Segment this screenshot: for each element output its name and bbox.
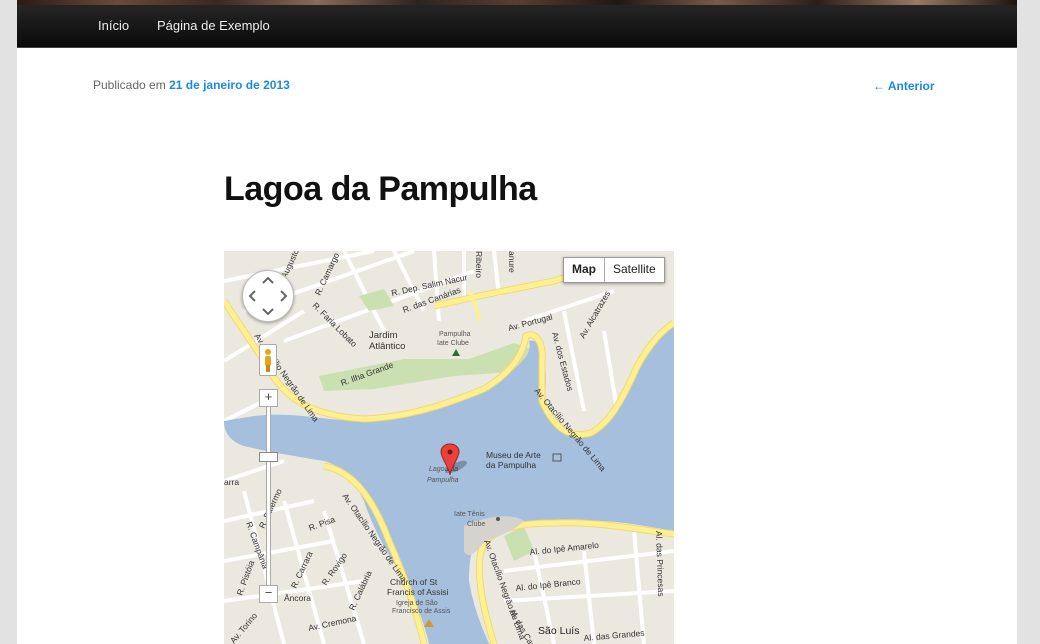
zoom-in-button[interactable]: + [259, 389, 278, 407]
map-label-jardim-1: Jardim [369, 330, 398, 341]
zoom-slider-thumb[interactable] [259, 452, 278, 462]
nav-item-inicio[interactable]: Início [98, 18, 129, 33]
map-label-sao-luis: São Luís [538, 625, 579, 637]
map-type-control: Map Satellite [563, 257, 665, 283]
map-label-igreja-2: Francisco de Assis [392, 608, 451, 615]
zoom-out-button[interactable]: − [259, 585, 278, 603]
pegman-icon [265, 349, 271, 372]
main-navigation: Início Página de Exemplo [17, 5, 1017, 48]
post-meta: Publicado em 21 de janeiro de 2013 [93, 78, 290, 92]
post-title: Lagoa da Pampulha [224, 170, 537, 208]
map-label-arra: arra [224, 477, 239, 487]
map-label-ribeiro: Ribeiro [474, 251, 484, 278]
map-label-igreja-1: Igreja de São [396, 600, 438, 607]
map-label-museu-1: Museu de Arte [486, 450, 541, 460]
zoom-slider-track[interactable] [266, 406, 271, 588]
previous-post-link[interactable]: ← Anterior [873, 79, 935, 93]
pan-control[interactable] [242, 270, 294, 322]
pan-arrows-icon [248, 276, 288, 316]
map-type-satellite-button[interactable]: Satellite [605, 258, 664, 282]
map-label-anure: anure [507, 251, 517, 273]
map-label-tenis-2: Clube [467, 521, 485, 528]
map-label-iate-1: Pampulha [439, 331, 471, 338]
map-label-church-1: Church of St [390, 577, 438, 587]
map-label-jardim-2: Atlântico [369, 341, 405, 352]
map-pin-icon[interactable] [440, 443, 474, 484]
map-label-ancora: Âncora [284, 593, 311, 603]
published-prefix: Publicado em [93, 78, 166, 92]
map-label-museu-2: da Pampulha [486, 460, 536, 470]
map-type-map-button[interactable]: Map [564, 258, 605, 282]
post-date-link[interactable]: 21 de janeiro de 2013 [169, 78, 290, 92]
street-view-pegman[interactable] [259, 344, 277, 376]
nav-item-pagina-de-exemplo[interactable]: Página de Exemplo [157, 18, 270, 33]
map-label-tenis-1: Iate Tênis [454, 511, 485, 518]
poi-dot-icon [496, 517, 500, 521]
map-label-church-2: Francis of Assisi [387, 587, 449, 597]
page: Início Página de Exemplo Publicado em 21… [17, 0, 1017, 644]
map-label-iate-2: Iate Clube [437, 340, 469, 347]
embedded-map[interactable]: Jardim Atlântico Pampulha Iate Clube Av.… [224, 251, 674, 644]
